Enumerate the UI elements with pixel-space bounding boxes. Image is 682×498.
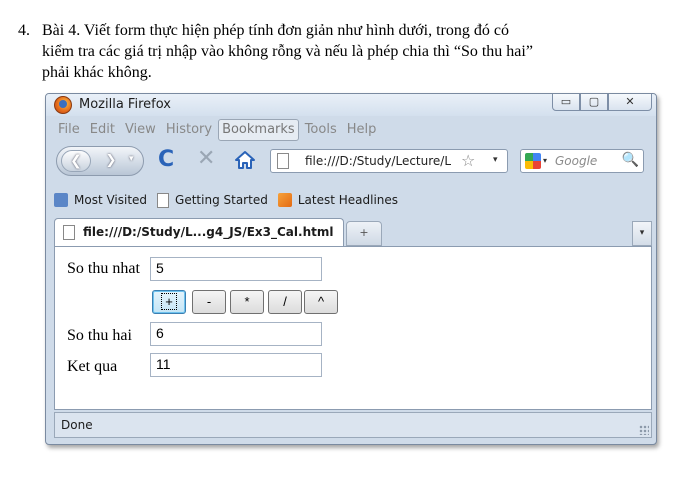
window-title: Mozilla Firefox (79, 97, 171, 112)
tab-strip: file:///D:/Study/L...g4_JS/Ex3_Cal.html … (54, 218, 652, 246)
maximize-button[interactable]: ▢ (580, 94, 608, 111)
menu-edit[interactable]: Edit (86, 119, 119, 141)
bookmark-label: Latest Headlines (297, 193, 399, 207)
page-content: So thu nhat 5 + - * / ^ So thu hai 6 Ket… (54, 246, 652, 410)
bookmark-most-visited[interactable]: Most Visited (54, 190, 147, 210)
most-visited-icon (54, 193, 68, 207)
home-button[interactable] (234, 150, 256, 170)
menu-view[interactable]: View (121, 119, 160, 141)
status-bar: Done (54, 412, 652, 438)
multiply-button[interactable]: * (230, 290, 264, 314)
menu-file[interactable]: File (54, 119, 84, 141)
google-icon[interactable] (525, 153, 541, 169)
menu-history[interactable]: History (162, 119, 216, 141)
back-forward-group: ❮ ❯ ▾ (56, 146, 144, 176)
tab-active[interactable]: file:///D:/Study/L...g4_JS/Ex3_Cal.html (54, 218, 344, 246)
first-number-input[interactable]: 5 (150, 257, 322, 281)
second-number-input[interactable]: 6 (150, 322, 322, 346)
resize-grip-icon[interactable] (639, 425, 649, 435)
address-dropdown-icon[interactable]: ▾ (493, 155, 498, 165)
close-button[interactable]: ✕ (608, 94, 652, 111)
result-input[interactable]: 11 (150, 353, 322, 377)
result-label: Ket qua (67, 358, 118, 375)
power-button[interactable]: ^ (304, 290, 338, 314)
minimize-button[interactable]: ▭ (552, 94, 580, 111)
address-bar[interactable]: file:///D:/Study/Lecture/L ☆ ▾ (270, 149, 508, 173)
history-dropdown-button[interactable]: ▾ (129, 154, 134, 164)
add-button-label: + (161, 293, 177, 310)
reload-button[interactable]: C (158, 147, 174, 172)
menu-help[interactable]: Help (343, 119, 381, 141)
list-all-tabs-button[interactable]: ▾ (632, 221, 652, 246)
bookmark-label: Getting Started (175, 193, 268, 207)
menu-bookmarks[interactable]: Bookmarks (218, 119, 299, 141)
exercise-line-1: Bài 4. Viết form thực hiện phép tính đơn… (42, 22, 509, 39)
home-icon (235, 151, 255, 169)
page-icon (63, 225, 75, 240)
page-icon (157, 192, 170, 208)
search-engine-dropdown-icon[interactable]: ▾ (543, 156, 547, 165)
bookmark-star-icon[interactable]: ☆ (461, 151, 475, 170)
divide-button[interactable]: / (268, 290, 302, 314)
bookmark-label: Most Visited (74, 193, 148, 207)
page-icon (277, 153, 289, 169)
status-text: Done (61, 418, 93, 432)
exercise-line-2: kiểm tra các giá trị nhập vào không rỗng… (42, 43, 533, 60)
rss-icon (277, 193, 292, 207)
address-text[interactable]: file:///D:/Study/Lecture/L (305, 154, 455, 168)
bookmark-getting-started[interactable]: Getting Started (157, 190, 268, 210)
firefox-logo-icon (54, 96, 72, 114)
stop-button[interactable]: ✕ (197, 146, 215, 171)
navigation-toolbar: ❮ ❯ ▾ C ✕ file:///D:/Study/Lecture/L ☆ ▾… (54, 144, 652, 178)
subtract-button[interactable]: - (192, 290, 226, 314)
exercise-line-3: phải khác không. (42, 64, 152, 81)
window-controls: ▭ ▢ ✕ (552, 94, 652, 111)
add-button[interactable]: + (152, 290, 186, 314)
new-tab-button[interactable]: + (346, 221, 382, 246)
search-icon[interactable]: 🔍 (622, 152, 639, 168)
forward-button[interactable]: ❯ (97, 152, 125, 170)
bookmarks-toolbar: Most Visited Getting Started Latest Head… (54, 190, 408, 210)
title-bar[interactable]: Mozilla Firefox ▭ ▢ ✕ (46, 94, 656, 116)
first-number-label: So thu nhat (67, 260, 140, 277)
search-bar[interactable]: ▾ Google 🔍 (520, 149, 644, 173)
back-button[interactable]: ❮ (61, 150, 91, 172)
search-input[interactable]: Google (555, 154, 597, 168)
exercise-number: 4. (18, 22, 30, 39)
second-number-label: So thu hai (67, 327, 132, 344)
menu-tools[interactable]: Tools (301, 119, 341, 141)
tab-label: file:///D:/Study/L...g4_JS/Ex3_Cal.html (83, 225, 334, 239)
bookmark-latest-headlines[interactable]: Latest Headlines (277, 190, 399, 210)
menu-bar: File Edit View History Bookmarks Tools H… (54, 119, 382, 141)
firefox-window: Mozilla Firefox ▭ ▢ ✕ File Edit View His… (45, 93, 657, 445)
